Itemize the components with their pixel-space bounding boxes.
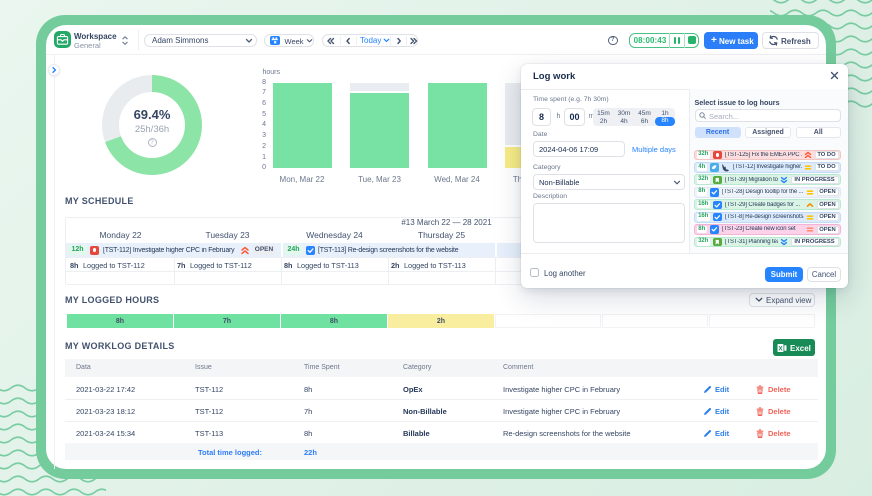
svg-text:X: X bbox=[778, 345, 783, 352]
